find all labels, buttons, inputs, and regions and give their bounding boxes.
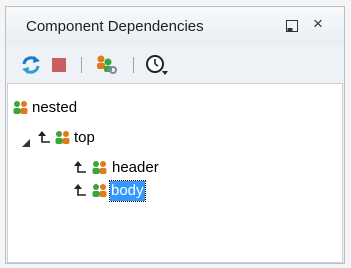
history-dropdown-icon[interactable] [145,54,171,81]
people-key-icon[interactable] [94,54,120,81]
minimize-icon[interactable] [285,19,299,33]
toolbar-separator [81,55,83,80]
component-icon [91,183,109,205]
tree-item-label: nested [32,99,78,116]
tree-item-top[interactable]: top [22,128,332,148]
tree-item-label: top [74,129,95,146]
dependency-tree[interactable]: nested top header body [7,83,343,263]
stop-icon [51,57,67,78]
component-icon [91,160,109,182]
view-title: Component Dependencies [26,18,204,35]
dependency-arrow-icon [74,183,88,205]
expanded-triangle-icon[interactable] [22,134,32,154]
tree-item-body[interactable]: body [74,180,332,202]
component-icon [54,130,72,152]
view-toolbar [6,45,344,81]
component-dependencies-view: Component Dependencies × nested top head… [5,6,345,264]
dependency-arrow-icon [74,160,88,182]
refresh-icon[interactable] [20,55,42,80]
dependency-arrow-icon [38,130,52,152]
tree-item-header[interactable]: header [74,158,332,178]
close-icon[interactable]: × [311,15,325,32]
view-titlebar: Component Dependencies × [6,7,344,45]
toolbar-separator [133,55,135,80]
component-icon [12,100,30,122]
tree-item-label: header [112,159,159,176]
tree-item-nested[interactable]: nested [12,98,332,118]
tree-item-label-selected: body [109,180,146,202]
